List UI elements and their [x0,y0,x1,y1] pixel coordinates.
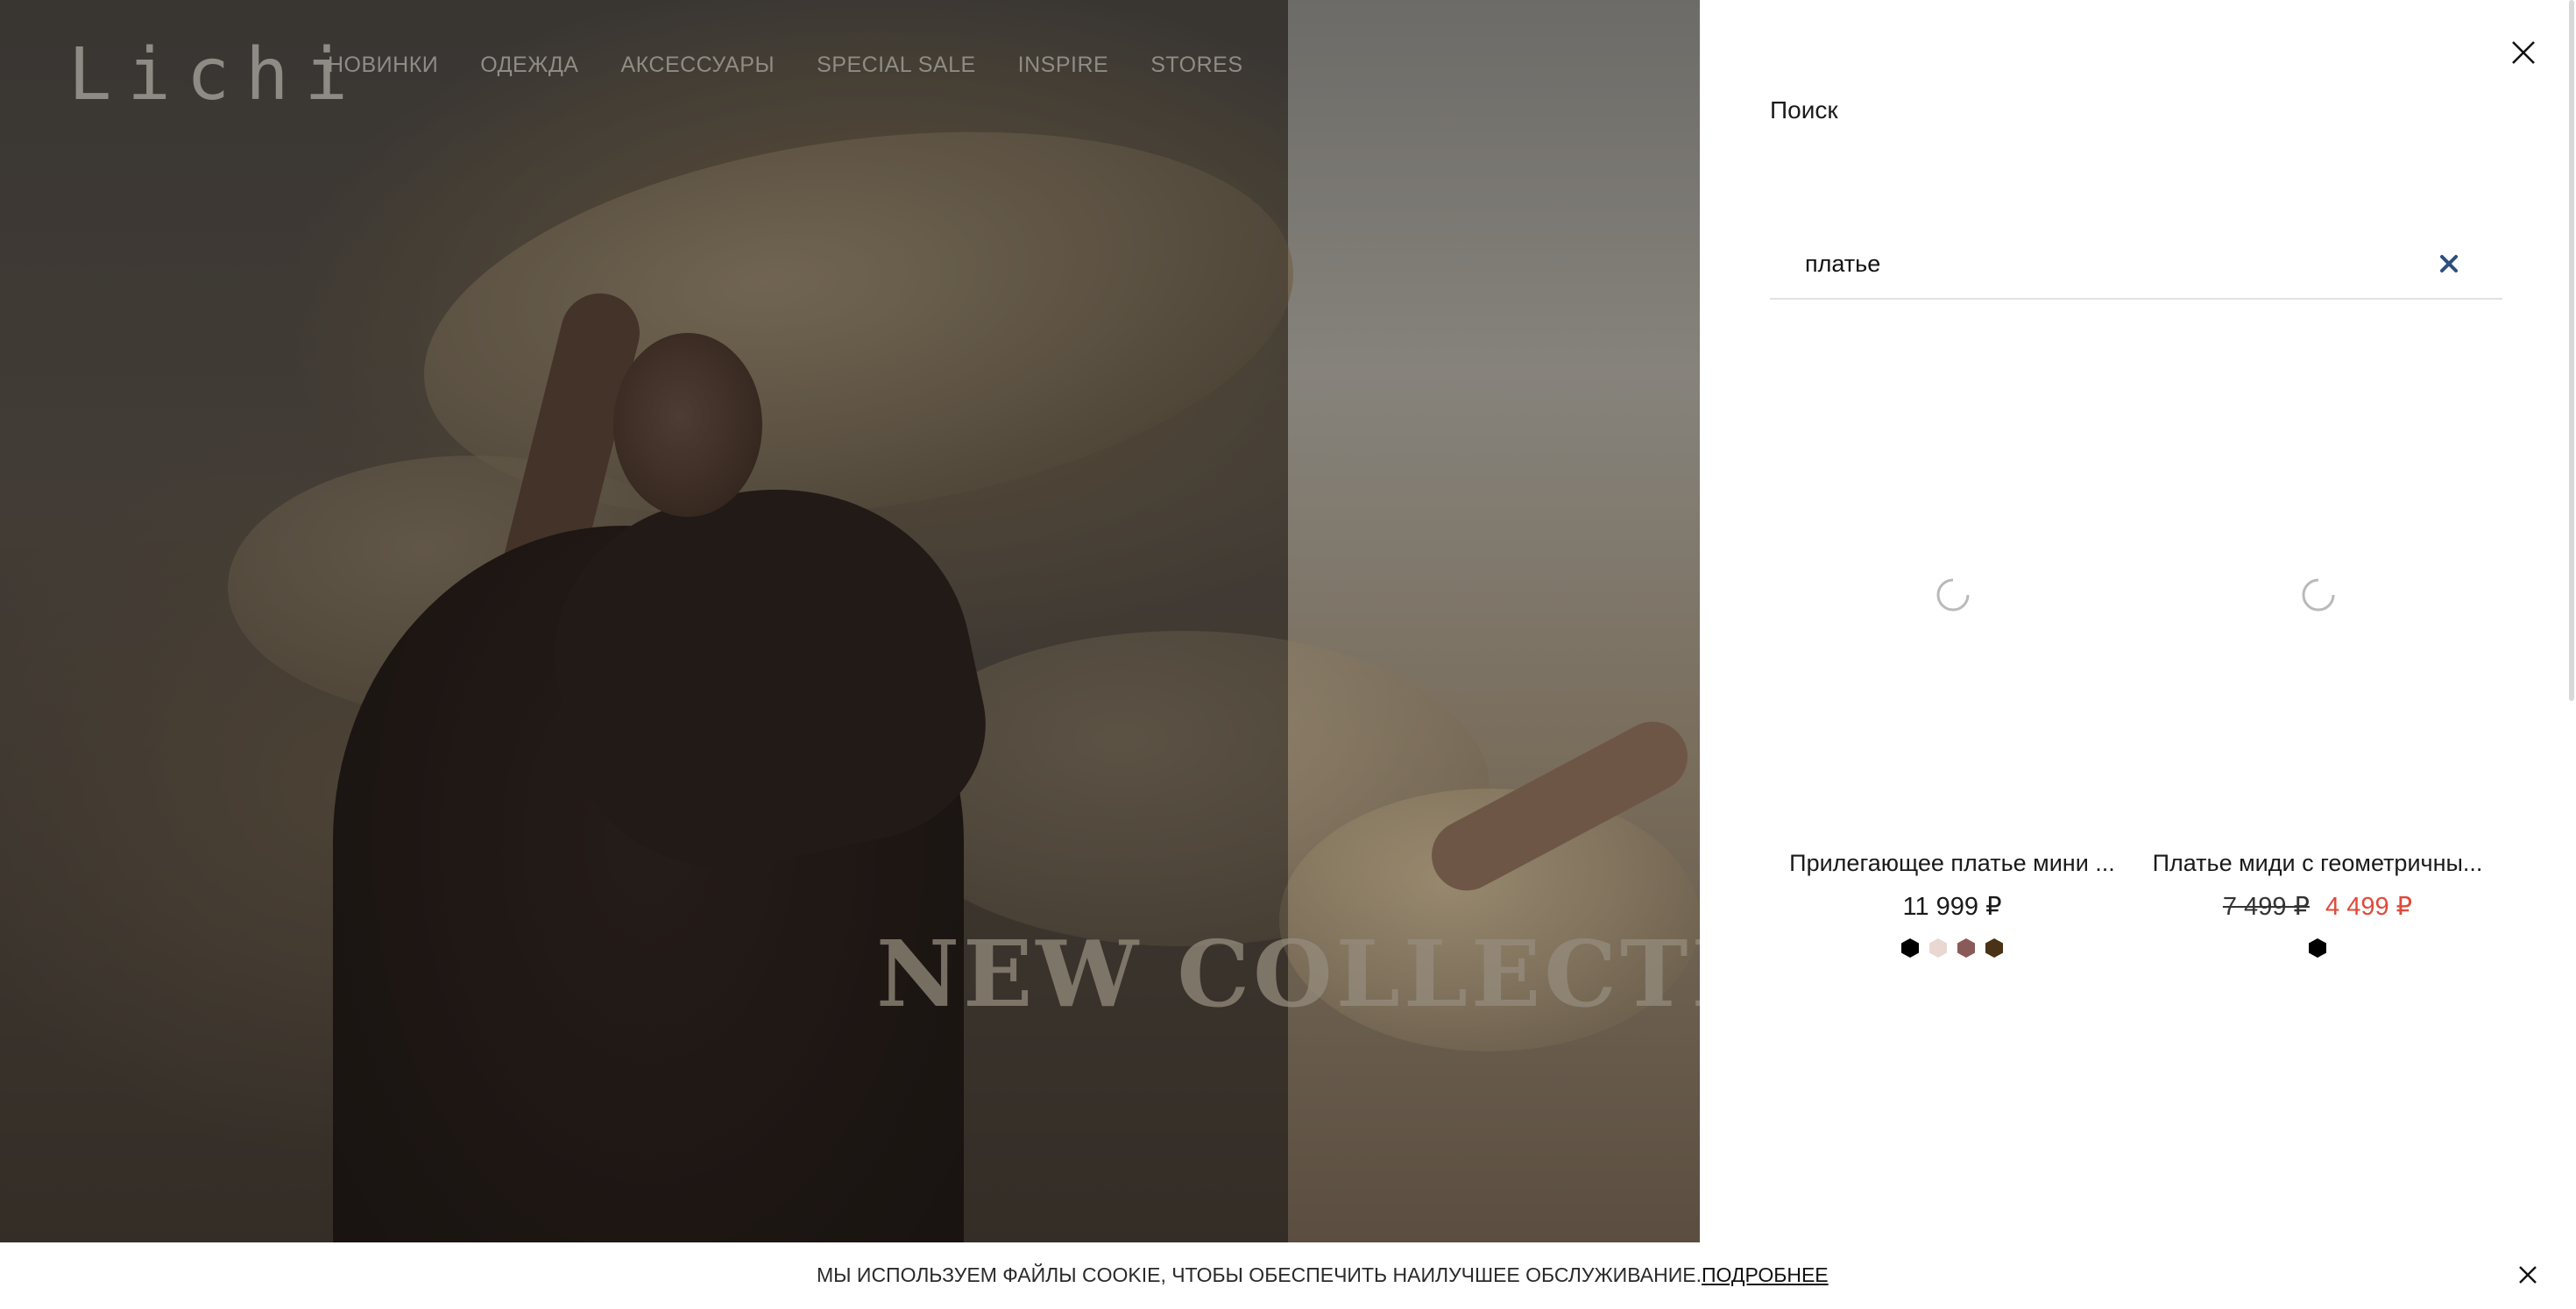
panel-scrollbar[interactable] [2569,0,2574,701]
nav-item-clothing[interactable]: ОДЕЖДА [480,53,578,78]
color-swatch[interactable] [1985,938,2004,959]
search-field [1770,237,2502,300]
nav-item-inspire[interactable]: INSPIRE [1018,53,1109,78]
brand-logo[interactable]: Lichi [68,33,364,117]
hero-title: NEW COLLECTION [876,920,1700,1028]
product-price-old: 7 499 ₽ [2222,893,2310,921]
nav-item-stores[interactable]: STORES [1150,53,1242,78]
product-image[interactable] [1786,342,2119,850]
product-name[interactable]: Платье миди с геометричны... [2151,850,2484,877]
product-image[interactable] [2151,342,2484,850]
main-nav: НОВИНКИ ОДЕЖДА АКСЕССУАРЫ SPECIAL SALE I… [328,53,1243,78]
search-panel-title: Поиск [1770,96,1838,124]
nav-item-new[interactable]: НОВИНКИ [328,53,438,78]
spinner-icon [1936,578,1970,612]
product-card[interactable]: Прилегающее платье мини ... 11 999 ₽ [1786,342,2119,959]
spinner-icon [2302,578,2335,612]
color-swatches [2151,938,2484,959]
hero-background-right [1288,0,1700,1242]
hero-banner[interactable]: NEW COLLECTION [0,0,1700,1242]
cookie-message: МЫ ИСПОЛЬЗУЕМ ФАЙЛЫ COOKIE, ЧТОБЫ ОБЕСПЕ… [817,1263,1829,1287]
color-swatch[interactable] [1928,938,1948,959]
product-price-row: 11 999 ₽ [1786,891,2119,922]
color-swatch[interactable] [2308,938,2327,959]
search-input[interactable] [1805,242,2418,286]
nav-item-special-sale[interactable]: SPECIAL SALE [817,53,976,78]
clear-search-icon[interactable] [2436,251,2462,277]
cookie-banner: МЫ ИСПОЛЬЗУЕМ ФАЙЛЫ COOKIE, ЧТОБЫ ОБЕСПЕ… [0,1242,2576,1309]
close-icon[interactable] [2515,1262,2541,1288]
color-swatch[interactable] [1957,938,1976,959]
product-name[interactable]: Прилегающее платье мини ... [1786,850,2119,877]
cookie-text: МЫ ИСПОЛЬЗУЕМ ФАЙЛЫ COOKIE, ЧТОБЫ ОБЕСПЕ… [817,1263,1702,1286]
product-price-sale: 4 499 ₽ [2325,893,2413,921]
hero-overlay [0,0,1288,1242]
cookie-more-link[interactable]: ПОДРОБНЕЕ [1702,1263,1829,1286]
color-swatch[interactable] [1900,938,1920,959]
product-card[interactable]: Платье миди с геометричны... 7 499 ₽ 4 4… [2151,342,2484,959]
close-icon[interactable] [2506,35,2541,70]
product-price: 11 999 ₽ [1902,893,2002,921]
color-swatches [1786,938,2119,959]
product-price-row: 7 499 ₽ 4 499 ₽ [2151,891,2484,922]
nav-item-accessories[interactable]: АКСЕССУАРЫ [620,53,775,78]
